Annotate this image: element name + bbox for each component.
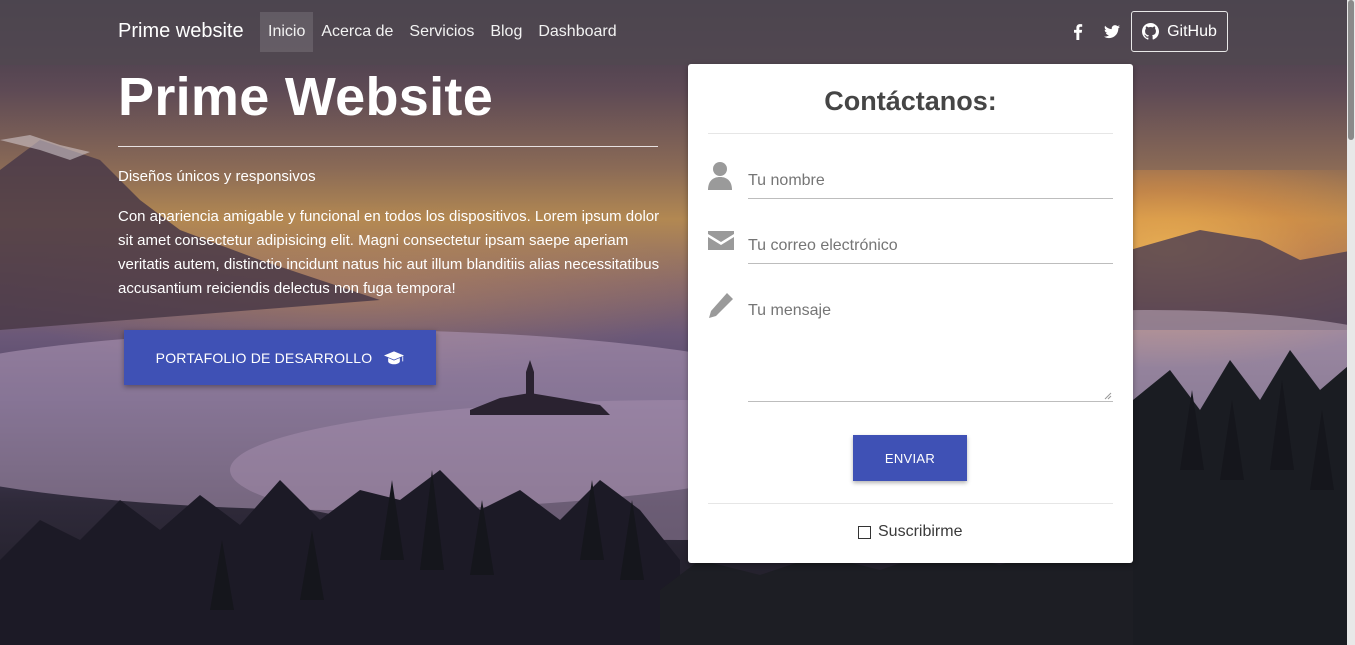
portfolio-button-label: PORTAFOLIO DE DESARROLLO [155, 349, 373, 366]
page-scrollbar[interactable] [1347, 0, 1355, 645]
nav-link-acerca-de[interactable]: Acerca de [313, 12, 401, 52]
hero-subtitle: Diseños únicos y responsivos [118, 168, 316, 185]
nav-link-dashboard[interactable]: Dashboard [530, 12, 624, 52]
github-icon [1142, 23, 1160, 40]
subscribe-option[interactable]: Suscribirme [858, 523, 962, 541]
message-textarea[interactable] [748, 300, 1113, 402]
nav-link-inicio[interactable]: Inicio [260, 12, 314, 52]
subscribe-checkbox[interactable] [858, 525, 871, 539]
resize-grip-icon[interactable] [1102, 390, 1112, 400]
graduation-cap-icon [384, 350, 405, 364]
hero-title: Prime Website [118, 67, 494, 127]
envelope-icon [707, 227, 735, 253]
contact-footer-divider [708, 503, 1113, 504]
facebook-icon[interactable] [1068, 22, 1088, 42]
hero-divider [118, 146, 658, 147]
pencil-icon [707, 291, 735, 321]
contact-title-divider [708, 133, 1113, 134]
name-input[interactable] [748, 163, 1113, 199]
nav-links: Inicio Acerca de Servicios Blog Dashboar… [260, 12, 625, 52]
submit-button[interactable]: ENVIAR [853, 435, 967, 481]
hero-description: Con apariencia amigable y funcional en t… [118, 208, 660, 297]
github-button[interactable]: GitHub [1131, 11, 1228, 52]
github-label: GitHub [1167, 22, 1217, 40]
brand-link[interactable]: Prime website [118, 20, 244, 43]
contact-card: Contáctanos: ENVIAR Suscribirme [688, 64, 1133, 563]
email-input[interactable] [748, 228, 1113, 264]
nav-link-blog[interactable]: Blog [482, 12, 530, 52]
user-icon [707, 160, 735, 190]
navbar: Prime website Inicio Acerca de Servicios… [0, 0, 1347, 65]
twitter-icon[interactable] [1102, 22, 1122, 42]
portfolio-button[interactable]: PORTAFOLIO DE DESARROLLO [124, 330, 436, 385]
nav-link-servicios[interactable]: Servicios [401, 12, 482, 52]
contact-title: Contáctanos: [824, 86, 997, 116]
subscribe-label: Suscribirme [878, 523, 963, 540]
